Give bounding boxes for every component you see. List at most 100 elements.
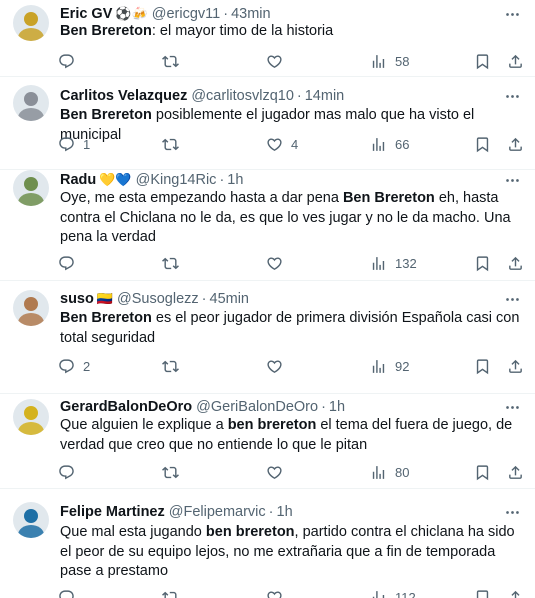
- timestamp[interactable]: 43min: [231, 6, 271, 22]
- text-segment: Que mal esta jugando: [60, 524, 206, 540]
- likes-count: 4: [291, 136, 299, 152]
- author-name[interactable]: Carlitos Velazquez: [60, 88, 187, 104]
- tweet-text: Ben Brereton es el peor jugador de prime…: [60, 309, 523, 348]
- bar-chart-icon: [370, 136, 387, 153]
- bar-chart-icon: [370, 255, 387, 272]
- views-count: 112: [395, 589, 416, 598]
- avatar[interactable]: [13, 5, 49, 41]
- like-button[interactable]: [266, 356, 283, 376]
- author-handle[interactable]: @Felipemarvic: [169, 504, 266, 520]
- share-button[interactable]: [507, 134, 524, 154]
- timestamp[interactable]: 1h: [277, 504, 293, 520]
- bookmark-icon: [474, 136, 491, 153]
- reply-button[interactable]: 2: [58, 356, 90, 376]
- more-options-icon[interactable]: [503, 171, 521, 189]
- share-button[interactable]: [507, 462, 524, 482]
- share-button[interactable]: [507, 253, 524, 273]
- avatar[interactable]: [13, 170, 49, 206]
- share-button[interactable]: [507, 356, 524, 376]
- like-button[interactable]: [266, 51, 283, 71]
- timestamp[interactable]: 1h: [329, 399, 345, 415]
- like-button[interactable]: [266, 253, 283, 273]
- reply-icon: [58, 464, 75, 481]
- author-handle[interactable]: @ericgv11: [152, 6, 220, 22]
- bookmark-icon: [474, 53, 491, 70]
- separator-dot: ·: [296, 88, 302, 104]
- views-button[interactable]: 58: [370, 51, 409, 71]
- author-handle[interactable]: @GeriBalonDeOro: [196, 399, 318, 415]
- retweet-button[interactable]: [162, 51, 179, 71]
- tweet-text: Que alguien le explique a ben brereton e…: [60, 416, 523, 455]
- bookmark-button[interactable]: [474, 134, 491, 154]
- avatar[interactable]: [13, 399, 49, 435]
- views-button[interactable]: 66: [370, 134, 409, 154]
- tweet-actions: 132: [58, 253, 528, 273]
- views-count: 66: [395, 136, 410, 152]
- retweet-button[interactable]: [162, 356, 179, 376]
- replies-count: 1: [83, 136, 91, 152]
- bookmark-button[interactable]: [474, 462, 491, 482]
- author-name[interactable]: Felipe Martinez: [60, 504, 165, 520]
- author-name[interactable]: suso: [60, 291, 94, 307]
- bookmark-button[interactable]: [474, 253, 491, 273]
- reply-button[interactable]: [58, 587, 75, 598]
- like-button[interactable]: [266, 462, 283, 482]
- views-button[interactable]: 112: [370, 587, 416, 598]
- views-count: 132: [395, 255, 417, 271]
- like-button[interactable]: [266, 587, 283, 598]
- share-button[interactable]: [507, 51, 524, 71]
- timestamp[interactable]: 45min: [210, 291, 250, 307]
- views-button[interactable]: 92: [370, 356, 409, 376]
- tweet-card-0[interactable]: Eric GV ⚽🍻 @ericgv11 · 43min Ben Brereton: el…: [0, 0, 535, 77]
- reply-icon: [58, 136, 75, 153]
- retweet-icon: [162, 255, 179, 272]
- timestamp[interactable]: 14min: [305, 88, 345, 104]
- author-handle[interactable]: @King14Ric: [136, 172, 217, 188]
- more-options-icon[interactable]: [503, 290, 521, 308]
- highlighted-keyword: Ben Brereton: [342, 190, 435, 206]
- tweet-card-5[interactable]: Felipe Martinez @Felipemarvic · 1h Que mal e…: [0, 489, 535, 598]
- reply-button[interactable]: [58, 462, 75, 482]
- author-name[interactable]: GerardBalonDeOro: [60, 399, 192, 415]
- retweet-button[interactable]: [162, 587, 179, 598]
- avatar[interactable]: [13, 85, 49, 121]
- heart-icon: [266, 589, 283, 598]
- retweet-button[interactable]: [162, 462, 179, 482]
- heart-icon: [266, 53, 283, 70]
- tweet-card-3[interactable]: suso 🇨🇴 @Susoglezz · 45min Ben Brereton es el…: [0, 281, 535, 394]
- timestamp[interactable]: 1h: [227, 172, 243, 188]
- bookmark-icon: [474, 464, 491, 481]
- more-options-icon[interactable]: [503, 87, 521, 105]
- author-name[interactable]: Radu: [60, 172, 96, 188]
- avatar[interactable]: [13, 502, 49, 538]
- tweet-card-4[interactable]: GerardBalonDeOro @GeriBalonDeOro · 1h Que al…: [0, 394, 535, 489]
- bookmark-button[interactable]: [474, 356, 491, 376]
- tweet-card-2[interactable]: Radu 💛💙 @King14Ric · 1h Oye, me esta empezand…: [0, 170, 535, 281]
- reply-icon: [58, 358, 75, 375]
- retweet-button[interactable]: [162, 134, 179, 154]
- tweet-header: Radu 💛💙 @King14Ric · 1h: [60, 170, 499, 190]
- author-handle[interactable]: @carlitosvlzq10: [191, 88, 294, 104]
- heart-icon: [266, 136, 283, 153]
- tweet-card-1[interactable]: Carlitos Velazquez @carlitosvlzq10 · 14min B…: [0, 77, 535, 170]
- author-handle[interactable]: @Susoglezz: [117, 291, 199, 307]
- separator-dot: ·: [268, 504, 274, 520]
- bar-chart-icon: [370, 464, 387, 481]
- retweet-button[interactable]: [162, 253, 179, 273]
- author-name[interactable]: Eric GV: [60, 6, 112, 22]
- bookmark-button[interactable]: [474, 51, 491, 71]
- bookmark-button[interactable]: [474, 587, 491, 598]
- views-count: 58: [395, 53, 410, 69]
- views-button[interactable]: 132: [370, 253, 417, 273]
- reply-button[interactable]: [58, 51, 75, 71]
- reply-button[interactable]: 1: [58, 134, 90, 154]
- more-options-icon[interactable]: [503, 5, 521, 23]
- views-button[interactable]: 80: [370, 462, 409, 482]
- share-button[interactable]: [507, 587, 524, 598]
- more-options-icon[interactable]: [503, 503, 521, 521]
- avatar[interactable]: [13, 290, 49, 326]
- like-button[interactable]: 4: [266, 134, 298, 154]
- more-options-icon[interactable]: [503, 398, 521, 416]
- reply-icon: [58, 589, 75, 598]
- reply-button[interactable]: [58, 253, 75, 273]
